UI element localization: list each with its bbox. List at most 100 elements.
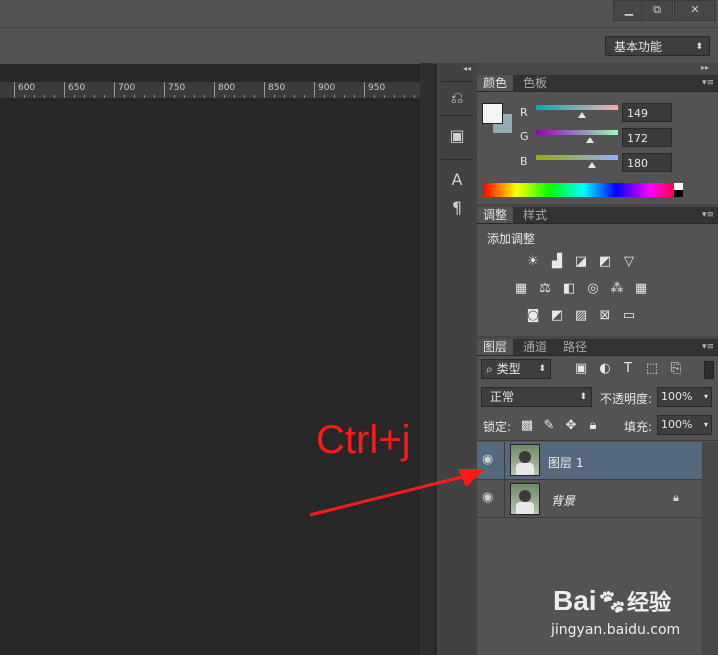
fill-field[interactable]: 100% ▾ bbox=[657, 415, 712, 435]
tab-layers[interactable]: 图层 bbox=[477, 339, 514, 355]
slider-r[interactable] bbox=[536, 105, 618, 110]
ruler-minor-tick bbox=[254, 95, 255, 98]
ruler-minor-tick bbox=[14, 95, 15, 98]
layer-filter-select[interactable]: ⌕ 类型 ⬍ bbox=[481, 359, 551, 379]
document-canvas[interactable] bbox=[0, 99, 420, 655]
layer-filter-label: 类型 bbox=[496, 362, 521, 376]
ruler-minor-tick bbox=[204, 95, 205, 98]
lock-all-icon[interactable]: 🔒︎ bbox=[585, 419, 601, 433]
ruler-minor-tick bbox=[364, 95, 365, 98]
ruler-minor-tick bbox=[44, 95, 45, 98]
layer-name[interactable]: 图层 1 bbox=[548, 454, 583, 471]
black-white-icon[interactable]: ◧ bbox=[561, 282, 577, 296]
close-button[interactable]: ✕ bbox=[674, 0, 716, 21]
filter-toggle[interactable] bbox=[704, 361, 714, 379]
lock-transparent-icon[interactable]: ▩ bbox=[519, 419, 535, 433]
workspace-label: 基本功能 bbox=[614, 40, 663, 54]
selective-color-icon[interactable]: ⊠ bbox=[597, 309, 613, 323]
layer-name[interactable]: 背景 bbox=[551, 492, 575, 509]
chevron-down-icon[interactable]: ▾ bbox=[704, 388, 708, 406]
ruler-minor-tick bbox=[394, 95, 395, 98]
watermark-logo: Bai🐾︎经验 bbox=[553, 585, 672, 616]
slider-thumb-g[interactable] bbox=[586, 137, 594, 143]
paragraph-icon[interactable]: ¶ bbox=[445, 197, 469, 219]
divider bbox=[504, 442, 505, 479]
brightness-icon[interactable]: ☀ bbox=[525, 255, 541, 269]
value-g[interactable]: 172 bbox=[622, 128, 672, 147]
layer-thumbnail bbox=[510, 444, 540, 476]
gradient-map-icon[interactable]: ▭ bbox=[621, 309, 637, 323]
hue-saturation-icon[interactable]: ▦ bbox=[513, 282, 529, 296]
filter-adjustment-icon[interactable]: ◐ bbox=[597, 362, 613, 376]
value-r[interactable]: 149 bbox=[622, 103, 672, 122]
workspace-select[interactable]: 基本功能 ⬍ bbox=[605, 36, 710, 56]
fill-value: 100% bbox=[661, 418, 693, 431]
chevron-down-icon[interactable]: ▾ bbox=[704, 416, 708, 434]
ruler-minor-tick bbox=[144, 95, 145, 98]
expand-icon[interactable]: ▸▸ bbox=[701, 63, 709, 72]
ruler-minor-tick bbox=[214, 95, 215, 98]
color-ramp[interactable] bbox=[483, 183, 683, 197]
opacity-label: 不透明度: bbox=[600, 392, 653, 406]
3d-icon[interactable]: ▣ bbox=[445, 125, 469, 147]
filter-type-icon[interactable]: T bbox=[620, 362, 636, 376]
ruler-minor-tick bbox=[134, 95, 135, 98]
tab-adjustments[interactable]: 调整 bbox=[477, 207, 514, 223]
horizontal-ruler[interactable]: 600 650 700 750 800 850 900 950 bbox=[0, 82, 420, 99]
annotation-arrow bbox=[309, 469, 485, 517]
photo-filter-icon[interactable]: ◎ bbox=[585, 282, 601, 296]
ruler-minor-tick bbox=[184, 95, 185, 98]
color-ramp-bw[interactable] bbox=[674, 183, 683, 197]
fill-label: 填充: bbox=[624, 420, 653, 434]
ruler-minor-tick bbox=[54, 95, 55, 98]
collapse-icon[interactable]: ◂◂ bbox=[463, 64, 471, 73]
ruler-minor-tick bbox=[374, 95, 375, 98]
history-icon[interactable]: ⎌ bbox=[445, 87, 469, 109]
blend-mode-select[interactable]: 正常 ⬍ bbox=[481, 387, 592, 407]
color-lookup-icon[interactable]: ▦ bbox=[633, 282, 649, 296]
slider-thumb-r[interactable] bbox=[578, 112, 586, 118]
threshold-icon[interactable]: ▨ bbox=[573, 309, 589, 323]
layers-scroll-track[interactable] bbox=[702, 442, 718, 655]
slider-b[interactable] bbox=[536, 155, 618, 160]
opacity-field[interactable]: 100% ▾ bbox=[657, 387, 712, 407]
levels-icon[interactable]: ▟ bbox=[549, 255, 565, 269]
layer-row[interactable]: ◉ 背景 🔒︎ bbox=[477, 480, 702, 518]
panel-menu-icon[interactable]: ▾≡ bbox=[702, 75, 714, 91]
foreground-color-swatch[interactable] bbox=[482, 103, 503, 124]
updown-arrow-icon: ⬍ bbox=[579, 392, 587, 402]
curves-icon[interactable]: ◪ bbox=[573, 255, 589, 269]
ruler-minor-tick bbox=[404, 95, 405, 98]
lock-paint-icon[interactable]: ✎ bbox=[541, 419, 557, 433]
tab-paths[interactable]: 路径 bbox=[557, 339, 593, 355]
tab-styles[interactable]: 样式 bbox=[517, 207, 553, 223]
tab-channels[interactable]: 通道 bbox=[517, 339, 553, 355]
value-b[interactable]: 180 bbox=[622, 153, 672, 172]
divider bbox=[504, 480, 505, 517]
posterize-icon[interactable]: ◩ bbox=[549, 309, 565, 323]
filter-smartobject-icon[interactable]: ⎘ bbox=[668, 362, 684, 376]
filter-shape-icon[interactable]: ⬚ bbox=[644, 362, 660, 376]
lock-position-icon[interactable]: ✥ bbox=[563, 419, 579, 433]
slider-thumb-b[interactable] bbox=[588, 162, 596, 168]
updown-arrow-icon: ⬍ bbox=[695, 42, 703, 52]
ruler-minor-tick bbox=[244, 95, 245, 98]
lock-icon: 🔒︎ bbox=[673, 491, 679, 504]
vibrance-icon[interactable]: ▽ bbox=[621, 255, 637, 269]
invert-icon[interactable]: ◙ bbox=[525, 309, 541, 323]
exposure-icon[interactable]: ◩ bbox=[597, 255, 613, 269]
channel-mixer-icon[interactable]: ⁂ bbox=[609, 282, 625, 296]
lock-label: 锁定: bbox=[483, 420, 512, 434]
tab-swatches[interactable]: 色板 bbox=[517, 75, 553, 91]
layer-row[interactable]: ◉ 图层 1 bbox=[477, 442, 702, 480]
tab-color[interactable]: 颜色 bbox=[477, 75, 514, 91]
panel-menu-icon[interactable]: ▾≡ bbox=[702, 207, 714, 223]
restore-button[interactable]: ⧉ bbox=[641, 0, 673, 21]
slider-g[interactable] bbox=[536, 130, 618, 135]
ruler-minor-tick bbox=[274, 95, 275, 98]
character-icon[interactable]: A bbox=[445, 169, 469, 191]
panel-menu-icon[interactable]: ▾≡ bbox=[702, 339, 714, 355]
filter-pixel-icon[interactable]: ▣ bbox=[573, 362, 589, 376]
adjust-panel-title: 添加调整 bbox=[487, 232, 536, 246]
color-balance-icon[interactable]: ⚖ bbox=[537, 282, 553, 296]
